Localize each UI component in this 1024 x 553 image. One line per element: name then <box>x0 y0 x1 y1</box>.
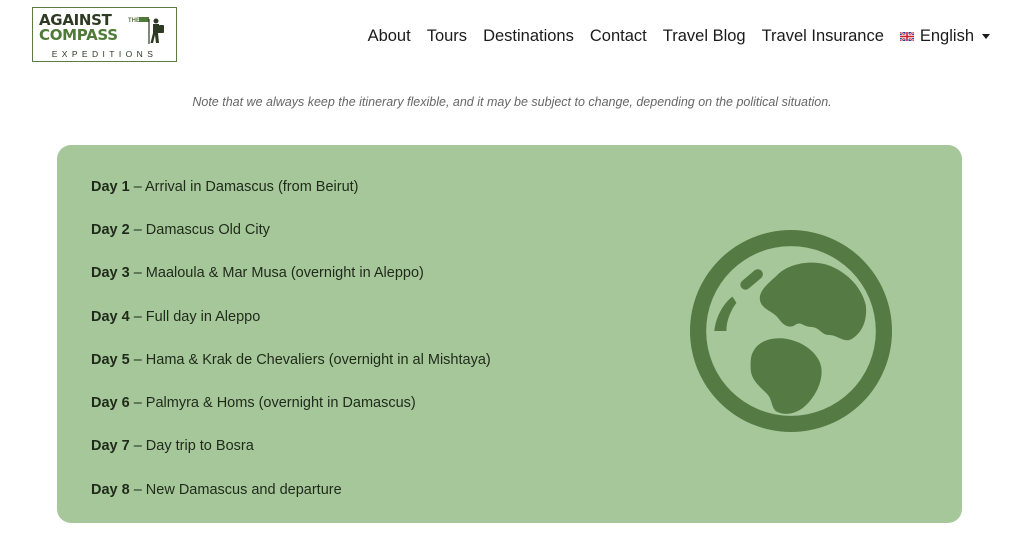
day-label: Day 6 <box>91 395 130 412</box>
day-text: – Full day in Aleppo <box>133 308 261 325</box>
day-label: Day 1 <box>91 178 130 195</box>
main-nav: About Tours Destinations Contact Travel … <box>368 27 990 46</box>
day-text: – Day trip to Bosra <box>133 438 254 455</box>
uk-flag-icon <box>899 32 914 41</box>
globe-icon <box>690 230 892 432</box>
nav-tours[interactable]: Tours <box>427 27 467 46</box>
day-text: – Damascus Old City <box>133 221 270 238</box>
day-text: – Maaloula & Mar Musa (overnight in Alep… <box>133 265 424 282</box>
site-header: AGAINST THE COMPASS EXPEDITIONS About To… <box>0 0 1024 78</box>
itinerary-day: Day 3 – Maaloula & Mar Musa (overnight i… <box>91 252 491 295</box>
logo-text-compass: COMPASS <box>39 26 118 44</box>
day-label: Day 5 <box>91 351 130 368</box>
logo-text-expeditions: EXPEDITIONS <box>33 49 176 59</box>
day-text: – Hama & Krak de Chevaliers (overnight i… <box>133 351 491 368</box>
nav-destinations[interactable]: Destinations <box>483 27 574 46</box>
caret-down-icon <box>982 34 990 39</box>
nav-travel-blog[interactable]: Travel Blog <box>663 27 746 46</box>
nav-travel-insurance[interactable]: Travel Insurance <box>762 27 884 46</box>
day-label: Day 3 <box>91 265 130 282</box>
hiker-icon <box>139 17 164 44</box>
site-logo[interactable]: AGAINST THE COMPASS EXPEDITIONS <box>32 7 177 62</box>
day-label: Day 8 <box>91 481 130 498</box>
day-text: – Palmyra & Homs (overnight in Damascus) <box>133 395 416 412</box>
itinerary-list: Day 1 – Arrival in Damascus (from Beirut… <box>91 165 491 511</box>
itinerary-day: Day 1 – Arrival in Damascus (from Beirut… <box>91 165 491 208</box>
day-text: – Arrival in Damascus (from Beirut) <box>133 178 359 195</box>
itinerary-day: Day 6 – Palmyra & Homs (overnight in Dam… <box>91 381 491 424</box>
nav-contact[interactable]: Contact <box>590 27 647 46</box>
itinerary-note: Note that we always keep the itinerary f… <box>192 95 832 109</box>
day-label: Day 4 <box>91 308 130 325</box>
nav-about[interactable]: About <box>368 27 411 46</box>
day-label: Day 2 <box>91 221 130 238</box>
day-text: – New Damascus and departure <box>133 481 342 498</box>
day-label: Day 7 <box>91 438 130 455</box>
language-selector[interactable]: English <box>899 27 990 46</box>
itinerary-day: Day 8 – New Damascus and departure <box>91 468 491 511</box>
itinerary-day: Day 2 – Damascus Old City <box>91 208 491 251</box>
itinerary-day: Day 7 – Day trip to Bosra <box>91 425 491 468</box>
language-label: English <box>919 27 974 45</box>
itinerary-day: Day 5 – Hama & Krak de Chevaliers (overn… <box>91 338 491 381</box>
itinerary-day: Day 4 – Full day in Aleppo <box>91 295 491 338</box>
itinerary-card: Day 1 – Arrival in Damascus (from Beirut… <box>57 145 962 523</box>
